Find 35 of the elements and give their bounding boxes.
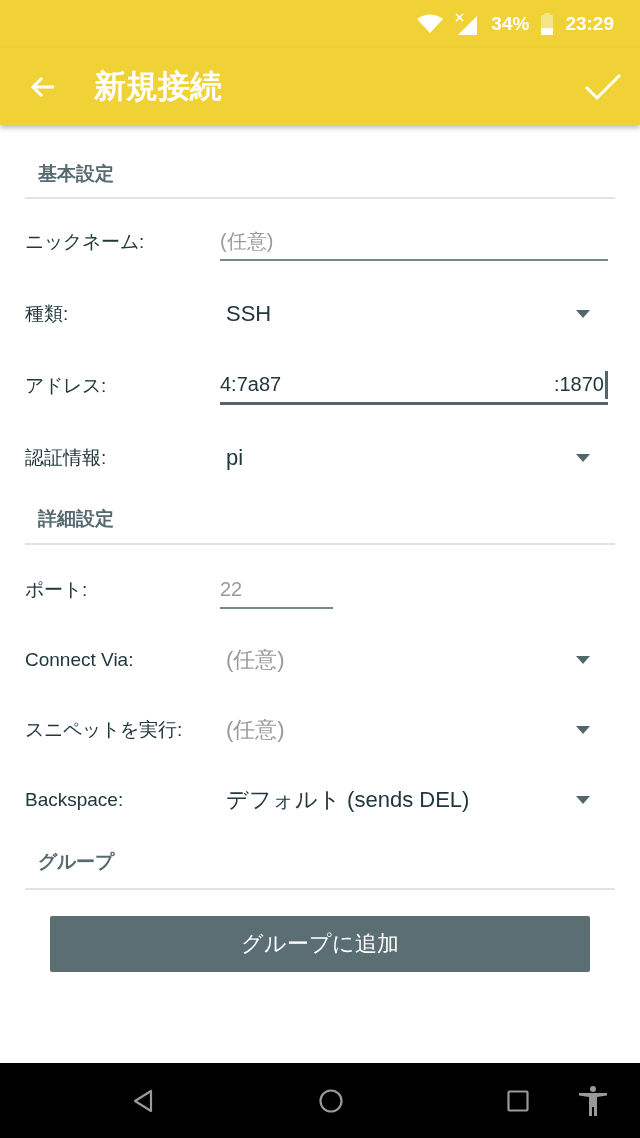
- accessibility-icon[interactable]: [579, 1085, 607, 1116]
- dropdown-arrow-icon: [576, 454, 590, 462]
- dropdown-arrow-icon: [576, 310, 590, 318]
- dropdown[interactable]: (任意): [226, 715, 590, 745]
- field-label: Backspace:: [25, 789, 125, 811]
- section-title: 詳細設定: [38, 506, 114, 531]
- dropdown[interactable]: デフォルト (sends DEL): [226, 785, 590, 815]
- screen-title: 新規接続: [94, 66, 223, 106]
- add-group-button[interactable]: グループに追加: [50, 916, 590, 972]
- dropdown-arrow-icon: [576, 726, 590, 734]
- field-label: アドレス:: [25, 374, 108, 398]
- section-title: 基本設定: [38, 161, 114, 186]
- field-label: 認証情報:: [25, 446, 108, 470]
- dropdown-arrow-icon: [576, 796, 590, 804]
- text-field[interactable]: 22: [220, 571, 333, 609]
- text-field[interactable]: (任意): [220, 223, 608, 261]
- field-label: 種類:: [25, 302, 70, 326]
- address-field[interactable]: 4:7a87 :1870: [220, 367, 608, 405]
- battery-icon: [541, 13, 554, 35]
- section-title: グループ: [38, 849, 114, 874]
- home-icon[interactable]: [319, 1088, 343, 1113]
- field-label: ニックネーム:: [25, 230, 146, 254]
- field-label: ポート:: [25, 578, 89, 602]
- field-label: スニペットを実行:: [25, 718, 184, 742]
- battery-percent: 34%: [491, 13, 530, 35]
- dropdown[interactable]: (任意): [226, 645, 590, 675]
- dropdown[interactable]: SSH: [226, 301, 590, 327]
- signal-icon: [455, 13, 480, 35]
- wifi-icon: [417, 14, 444, 34]
- overview-icon[interactable]: [507, 1089, 529, 1112]
- dropdown[interactable]: pi: [226, 445, 590, 471]
- status-time: 23:29: [565, 13, 614, 35]
- dropdown-arrow-icon: [576, 656, 590, 664]
- field-label: Connect Via:: [25, 649, 135, 671]
- back-icon[interactable]: [132, 1088, 154, 1113]
